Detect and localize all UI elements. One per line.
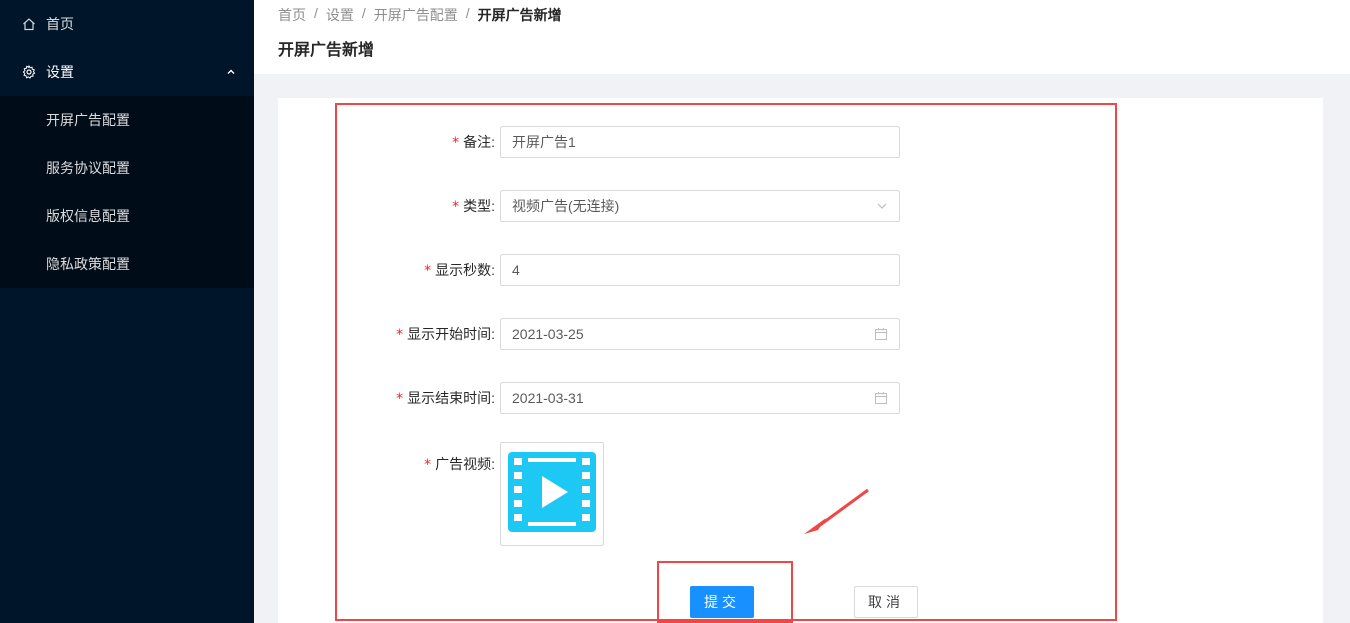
breadcrumb-settings[interactable]: 设置 — [326, 5, 354, 25]
calendar-icon — [874, 327, 888, 341]
form-row-start-time: * 显示开始时间: 2021-03-25 — [278, 318, 1323, 350]
form-row-seconds: * 显示秒数: 4 — [278, 254, 1323, 286]
breadcrumb-separator: / — [361, 5, 366, 21]
end-time-label: * 显示结束时间: — [396, 390, 495, 407]
page-header: 首页 / 设置 / 开屏广告配置 / 开屏广告新增 开屏广告新增 — [254, 0, 1350, 74]
sidebar-item-label: 隐私政策配置 — [46, 256, 130, 272]
sidebar-item-service-agreement[interactable]: 服务协议配置 — [0, 144, 254, 192]
form-card: * 备注: 开屏广告1 * 类型: 视频广告(无连接) * 显示秒数: 4 * 显示开始… — [278, 98, 1323, 623]
submit-button[interactable]: 提交 — [690, 586, 754, 618]
breadcrumb-current: 开屏广告新增 — [477, 7, 562, 23]
video-upload[interactable] — [500, 442, 604, 546]
remark-label: * 备注: — [452, 134, 495, 151]
calendar-icon — [874, 391, 888, 405]
form-row-type: * 类型: 视频广告(无连接) — [278, 190, 1323, 222]
breadcrumb-splash-ad[interactable]: 开屏广告配置 — [374, 5, 458, 25]
chevron-up-icon — [226, 67, 236, 77]
sidebar-item-label: 设置 — [46, 64, 74, 80]
breadcrumb: 首页 / 设置 / 开屏广告配置 / 开屏广告新增 — [278, 5, 562, 25]
start-time-picker[interactable]: 2021-03-25 — [500, 318, 900, 350]
annotation-arrow-icon — [804, 488, 869, 534]
home-icon — [22, 17, 36, 31]
sidebar-item-splash-ad[interactable]: 开屏广告配置 — [0, 96, 254, 144]
breadcrumb-separator: / — [314, 5, 318, 21]
required-mark: * — [424, 263, 432, 279]
form-row-remark: * 备注: 开屏广告1 — [278, 126, 1323, 158]
required-mark: * — [424, 457, 432, 473]
settings-submenu: 开屏广告配置 服务协议配置 版权信息配置 隐私政策配置 — [0, 96, 254, 288]
sidebar: 首页 设置 开屏广告配置 服务协议配置 版权信息配置 隐私政策配置 — [0, 0, 254, 623]
end-time-picker[interactable]: 2021-03-31 — [500, 382, 900, 414]
page-title: 开屏广告新增 — [278, 42, 375, 59]
type-select[interactable]: 视频广告(无连接) — [500, 190, 900, 222]
sidebar-item-copyright[interactable]: 版权信息配置 — [0, 192, 254, 240]
gear-icon — [22, 65, 36, 79]
video-label: * 广告视频: — [424, 456, 495, 473]
cancel-button[interactable]: 取消 — [854, 586, 918, 618]
required-mark: * — [452, 135, 460, 151]
video-file-icon — [506, 450, 598, 539]
sidebar-item-home[interactable]: 首页 — [0, 0, 254, 48]
required-mark: * — [396, 327, 404, 343]
chevron-down-icon — [876, 200, 888, 212]
type-label: * 类型: — [452, 198, 495, 215]
form-row-end-time: * 显示结束时间: 2021-03-31 — [278, 382, 1323, 414]
required-mark: * — [396, 391, 404, 407]
sidebar-item-label: 服务协议配置 — [46, 160, 130, 176]
sidebar-item-label: 首页 — [46, 16, 74, 32]
breadcrumb-separator: / — [465, 5, 470, 21]
sidebar-item-label: 开屏广告配置 — [46, 112, 130, 128]
remark-input[interactable]: 开屏广告1 — [500, 126, 900, 158]
sidebar-item-privacy[interactable]: 隐私政策配置 — [0, 240, 254, 288]
seconds-input[interactable]: 4 — [500, 254, 900, 286]
sidebar-item-label: 版权信息配置 — [46, 208, 130, 224]
seconds-label: * 显示秒数: — [424, 262, 495, 279]
required-mark: * — [452, 199, 460, 215]
breadcrumb-home[interactable]: 首页 — [278, 5, 306, 25]
start-time-label: * 显示开始时间: — [396, 326, 495, 343]
sidebar-item-settings[interactable]: 设置 — [0, 48, 254, 96]
